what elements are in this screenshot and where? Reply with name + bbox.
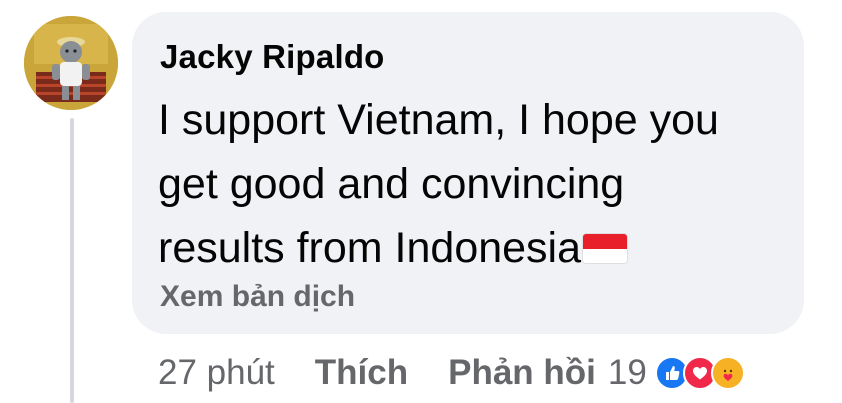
avatar-image xyxy=(24,16,118,110)
thread-line xyxy=(70,118,74,403)
like-button[interactable]: Thích xyxy=(315,353,408,393)
care-reaction-icon xyxy=(710,356,745,390)
comment-bubble: Jacky Ripaldo I support Vietnam, I hope … xyxy=(132,12,804,334)
comment-timestamp[interactable]: 27 phút xyxy=(158,353,275,393)
reaction-summary[interactable] xyxy=(654,356,745,390)
comment-actions: 27 phút Thích Phản hồi 19 xyxy=(158,350,745,396)
reaction-count[interactable]: 19 xyxy=(608,353,647,393)
avatar[interactable] xyxy=(24,16,118,110)
reply-button[interactable]: Phản hồi xyxy=(448,353,596,393)
comment-text-segment: results from Indonesia xyxy=(158,224,582,272)
see-translation-link[interactable]: Xem bản dịch xyxy=(160,280,355,314)
comment-text: I support Vietnam, I hope you get good a… xyxy=(158,88,788,280)
comment-thread: Jacky Ripaldo I support Vietnam, I hope … xyxy=(0,0,842,403)
comment-text-line: I support Vietnam, I hope you xyxy=(158,96,719,144)
comment-author[interactable]: Jacky Ripaldo xyxy=(160,38,385,76)
comment-text-line: results from Indonesia xyxy=(158,216,788,280)
comment-text-line: get good and convincing xyxy=(158,160,625,208)
indonesia-flag-icon xyxy=(583,234,628,263)
